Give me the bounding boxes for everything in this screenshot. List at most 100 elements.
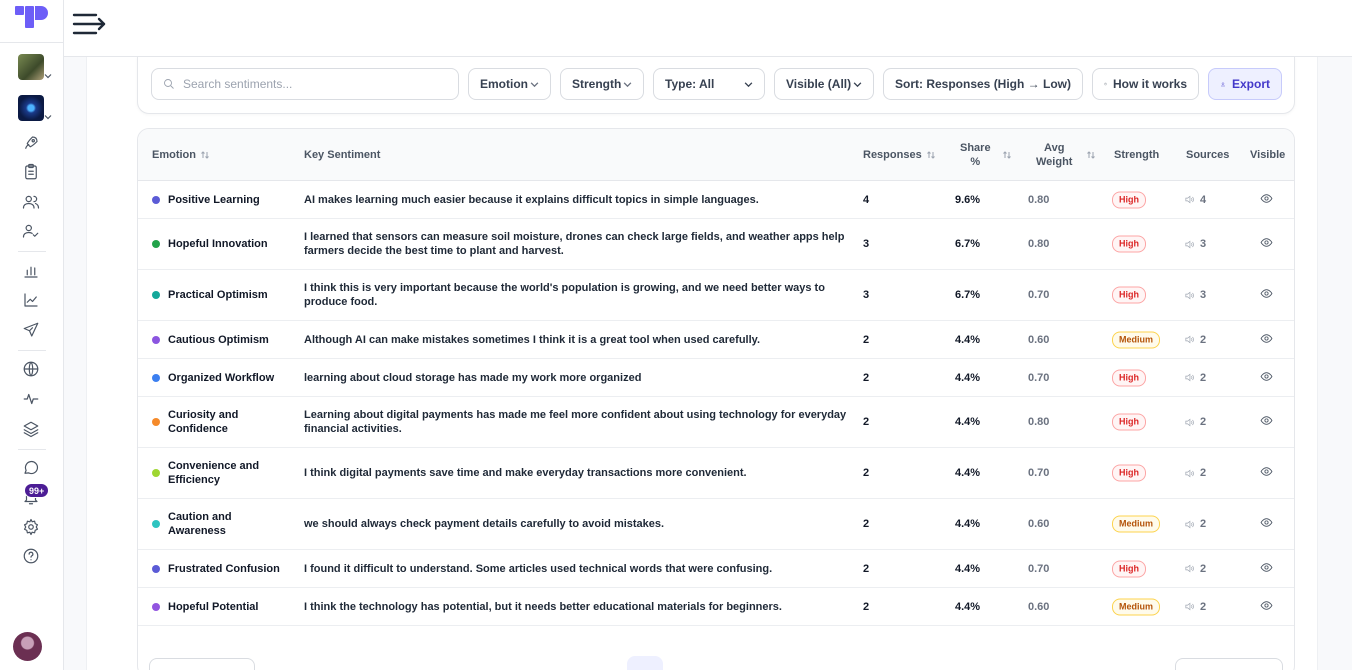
chevron-down-icon[interactable]	[44, 113, 52, 121]
sources-cell[interactable]: 2	[1184, 518, 1206, 530]
visibility-toggle[interactable]	[1260, 236, 1273, 252]
avg-weight-cell: 0.60	[1028, 600, 1050, 613]
next-page-button[interactable]	[1175, 658, 1283, 670]
speaker-icon	[1185, 469, 1194, 477]
emotion-dot	[152, 373, 160, 382]
sources-cell[interactable]: 3	[1184, 289, 1206, 301]
visibility-toggle[interactable]	[1260, 561, 1273, 577]
column-header-emotion[interactable]: Emotion	[152, 149, 210, 161]
main-content: Search sentiments... Emotion Strength Ty…	[64, 57, 1352, 670]
emotion-cell: Convenience and Efficiency	[152, 459, 292, 487]
eye-icon	[1260, 518, 1273, 527]
column-label: Responses	[863, 149, 922, 161]
table-row[interactable]: Frustrated Confusion I found it difficult…	[138, 550, 1294, 588]
table-row[interactable]: Cautious Optimism Although AI can make mi…	[138, 321, 1294, 359]
speaker-icon	[1185, 564, 1194, 573]
emotion-label: Practical Optimism	[168, 289, 268, 301]
column-header-responses[interactable]: Responses	[863, 149, 936, 161]
sources-cell[interactable]: 2	[1184, 416, 1206, 428]
app-logo[interactable]	[14, 4, 48, 30]
sort-select[interactable]: Sort: Responses (High → Low)	[883, 68, 1083, 100]
bar-chart-icon[interactable]	[22, 262, 40, 280]
sort-icon[interactable]	[1086, 150, 1096, 160]
previous-page-button[interactable]	[149, 658, 255, 670]
sources-count: 2	[1200, 600, 1207, 613]
share-cell: 4.4%	[955, 600, 981, 613]
table-row[interactable]: Curiosity and Confidence Learning about d…	[138, 397, 1294, 448]
sources-cell[interactable]: 2	[1184, 601, 1206, 613]
line-chart-icon[interactable]	[22, 291, 40, 309]
send-icon[interactable]	[22, 321, 40, 339]
type-select[interactable]: Type: All	[653, 68, 765, 100]
visibility-toggle[interactable]	[1260, 370, 1273, 386]
strength-badge: High	[1112, 413, 1146, 431]
visibility-toggle[interactable]	[1260, 287, 1273, 303]
column-header-share[interactable]: Share %	[960, 141, 991, 169]
how-it-works-button[interactable]: How it works	[1092, 68, 1199, 100]
sidebar-divider	[18, 350, 46, 351]
menu-collapse-icon[interactable]	[72, 10, 106, 38]
help-icon	[1104, 82, 1107, 86]
table-row[interactable]: Caution and Awareness we should always ch…	[138, 499, 1294, 550]
layers-icon[interactable]	[22, 420, 40, 438]
help-icon[interactable]	[22, 547, 40, 565]
how-it-works-label: How it works	[1112, 77, 1187, 91]
avg-weight-cell: 0.80	[1028, 238, 1050, 250]
sort-select-value: Sort: Responses (High → Low)	[895, 77, 1072, 91]
sources-cell[interactable]: 2	[1184, 334, 1206, 346]
workspace-avatar-1[interactable]	[18, 54, 44, 80]
eye-icon	[1260, 333, 1273, 343]
visibility-toggle[interactable]	[1260, 332, 1273, 348]
eye-icon	[1260, 238, 1273, 247]
emotion-dot	[152, 564, 160, 573]
workspace-avatar-2[interactable]	[18, 95, 44, 121]
chevron-down-icon[interactable]	[44, 72, 52, 80]
sources-cell[interactable]: 2	[1184, 563, 1206, 575]
table-row[interactable]: Hopeful Potential I think the technology …	[138, 588, 1294, 626]
visible-select[interactable]: Visible (All)	[774, 68, 874, 100]
users-icon[interactable]	[22, 193, 40, 211]
search-input[interactable]: Search sentiments...	[151, 68, 459, 100]
sources-cell[interactable]: 3	[1184, 238, 1206, 250]
sources-cell[interactable]: 2	[1184, 467, 1206, 479]
visibility-toggle[interactable]	[1260, 414, 1273, 430]
emotion-label: Convenience and Efficiency	[168, 460, 260, 486]
emotion-filter-button[interactable]: Emotion	[468, 68, 551, 100]
export-button[interactable]: Export	[1208, 68, 1282, 100]
table-row[interactable]: Organized Workflow learning about cloud s…	[138, 359, 1294, 397]
speaker-icon	[1185, 240, 1194, 248]
activity-icon[interactable]	[22, 390, 40, 408]
speaker-icon	[1185, 195, 1194, 204]
column-label: Avg	[1044, 142, 1065, 154]
strength-cell: Medium	[1112, 598, 1161, 615]
chat-icon[interactable]	[22, 459, 40, 477]
sources-cell[interactable]: 4	[1184, 194, 1206, 206]
sort-icon[interactable]	[1002, 150, 1012, 160]
user-check-icon[interactable]	[22, 222, 40, 240]
share-cell: 4.4%	[955, 416, 981, 428]
visibility-toggle[interactable]	[1260, 599, 1273, 615]
user-avatar[interactable]	[13, 632, 42, 661]
clipboard-icon[interactable]	[22, 163, 40, 181]
current-page-button[interactable]	[627, 656, 663, 670]
rocket-icon[interactable]	[22, 134, 40, 152]
emotion-dot	[152, 195, 160, 204]
column-header-avg-weight[interactable]: Avg Weight	[1036, 141, 1072, 169]
responses-cell: 2	[863, 467, 870, 479]
sources-count: 2	[1200, 333, 1207, 346]
globe-icon[interactable]	[22, 360, 40, 378]
emotion-cell: Cautious Optimism	[152, 333, 292, 347]
visibility-toggle[interactable]	[1260, 192, 1273, 208]
table-row[interactable]: Positive Learning AI makes learning much …	[138, 181, 1294, 219]
share-cell: 4.4%	[955, 371, 981, 384]
gear-icon[interactable]	[22, 518, 40, 536]
table-row[interactable]: Practical Optimism I think this is very i…	[138, 270, 1294, 321]
table-row[interactable]: Hopeful Innovation I learned that sensors…	[138, 219, 1294, 270]
sources-count: 2	[1200, 562, 1207, 575]
visibility-toggle[interactable]	[1260, 465, 1273, 481]
table-row[interactable]: Convenience and Efficiency I think digita…	[138, 448, 1294, 499]
sources-count: 4	[1200, 193, 1207, 206]
strength-filter-button[interactable]: Strength	[560, 68, 644, 100]
sources-cell[interactable]: 2	[1184, 372, 1206, 384]
visibility-toggle[interactable]	[1260, 516, 1273, 532]
